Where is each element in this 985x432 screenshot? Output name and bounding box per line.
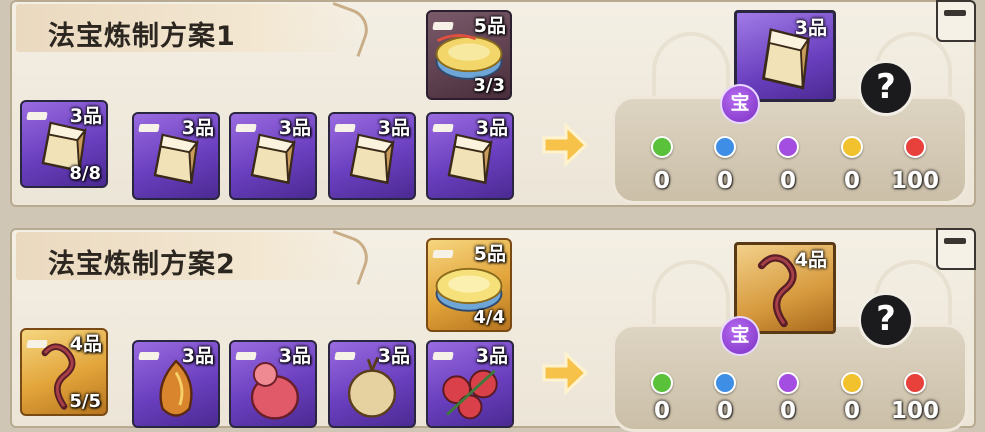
quality-dot-green [651,372,673,394]
item-grade: 4品 [794,249,827,271]
quality-dot-purple [777,136,799,158]
item-grade: 3品 [377,345,410,367]
material-slot[interactable]: 3品 [328,112,416,200]
plan-title: 法宝炼制方案2 [48,249,236,280]
treasure-badge: 宝 [720,316,760,356]
odds-value-blue: 0 [716,398,733,424]
odds-value-red: 100 [890,168,939,194]
help-button[interactable]: ? [858,60,914,116]
item-grade: 3品 [181,345,214,367]
item-grade: 3品 [69,105,102,127]
quality-dot-green [651,136,673,158]
material-slot[interactable]: 4品 5/5 [20,328,108,416]
quality-dot-blue [714,372,736,394]
item-grade: 3品 [278,117,311,139]
plan-title: 法宝炼制方案1 [48,21,236,52]
odds-value-blue: 0 [716,168,733,194]
odds-value-green: 0 [653,398,670,424]
material-slot[interactable]: 3品 [229,112,317,200]
odds-value-red: 100 [890,398,939,424]
arrow-right-icon [542,350,589,396]
special-item-slot[interactable]: 5品 4/4 [426,238,512,332]
item-count: 4/4 [473,307,505,328]
plan-title-banner: 法宝炼制方案1 [16,4,362,52]
odds-value-green: 0 [653,168,670,194]
item-count: 8/8 [69,163,101,184]
arrow-right-icon [542,122,589,168]
item-grade: 3品 [377,117,410,139]
forge-plan-card-1: 法宝炼制方案1 5品 3/3 3品 8/8 3品 3品 3品 3品 3品 宝 ?… [10,0,976,207]
odds-value-purple: 0 [779,398,796,424]
item-count: 5/5 [69,391,101,412]
plan-title-banner: 法宝炼制方案2 [16,232,362,280]
material-slot[interactable]: 3品 [132,112,220,200]
treasure-badge: 宝 [720,84,760,124]
odds-value-yellow: 0 [843,168,860,194]
item-grade: 5品 [473,15,506,37]
quality-dot-red [904,136,926,158]
material-slot[interactable]: 3品 [229,340,317,428]
material-slot[interactable]: 3品 [328,340,416,428]
material-slot[interactable]: 3品 [426,112,514,200]
material-slot[interactable]: 3品 8/8 [20,100,108,188]
material-slot[interactable]: 3品 [132,340,220,428]
item-grade: 3品 [475,117,508,139]
quality-dot-purple [777,372,799,394]
help-button[interactable]: ? [858,292,914,348]
forge-plan-card-2: 法宝炼制方案2 5品 4/4 4品 5/5 3品 3品 3品 3品 4品 宝 ?… [10,228,976,432]
bookmark-tab[interactable] [936,0,976,42]
material-slot[interactable]: 3品 [426,340,514,428]
quality-dot-red [904,372,926,394]
item-grade: 4品 [69,333,102,355]
quality-dot-yellow [841,372,863,394]
item-grade: 3品 [794,17,827,39]
item-grade: 3品 [475,345,508,367]
item-grade: 3品 [181,117,214,139]
item-grade: 5品 [473,243,506,265]
quality-dot-blue [714,136,736,158]
odds-value-yellow: 0 [843,398,860,424]
bookmark-tab[interactable] [936,228,976,270]
item-grade: 3品 [278,345,311,367]
special-item-slot[interactable]: 5品 3/3 [426,10,512,100]
quality-dot-yellow [841,136,863,158]
odds-value-purple: 0 [779,168,796,194]
item-count: 3/3 [473,75,505,96]
